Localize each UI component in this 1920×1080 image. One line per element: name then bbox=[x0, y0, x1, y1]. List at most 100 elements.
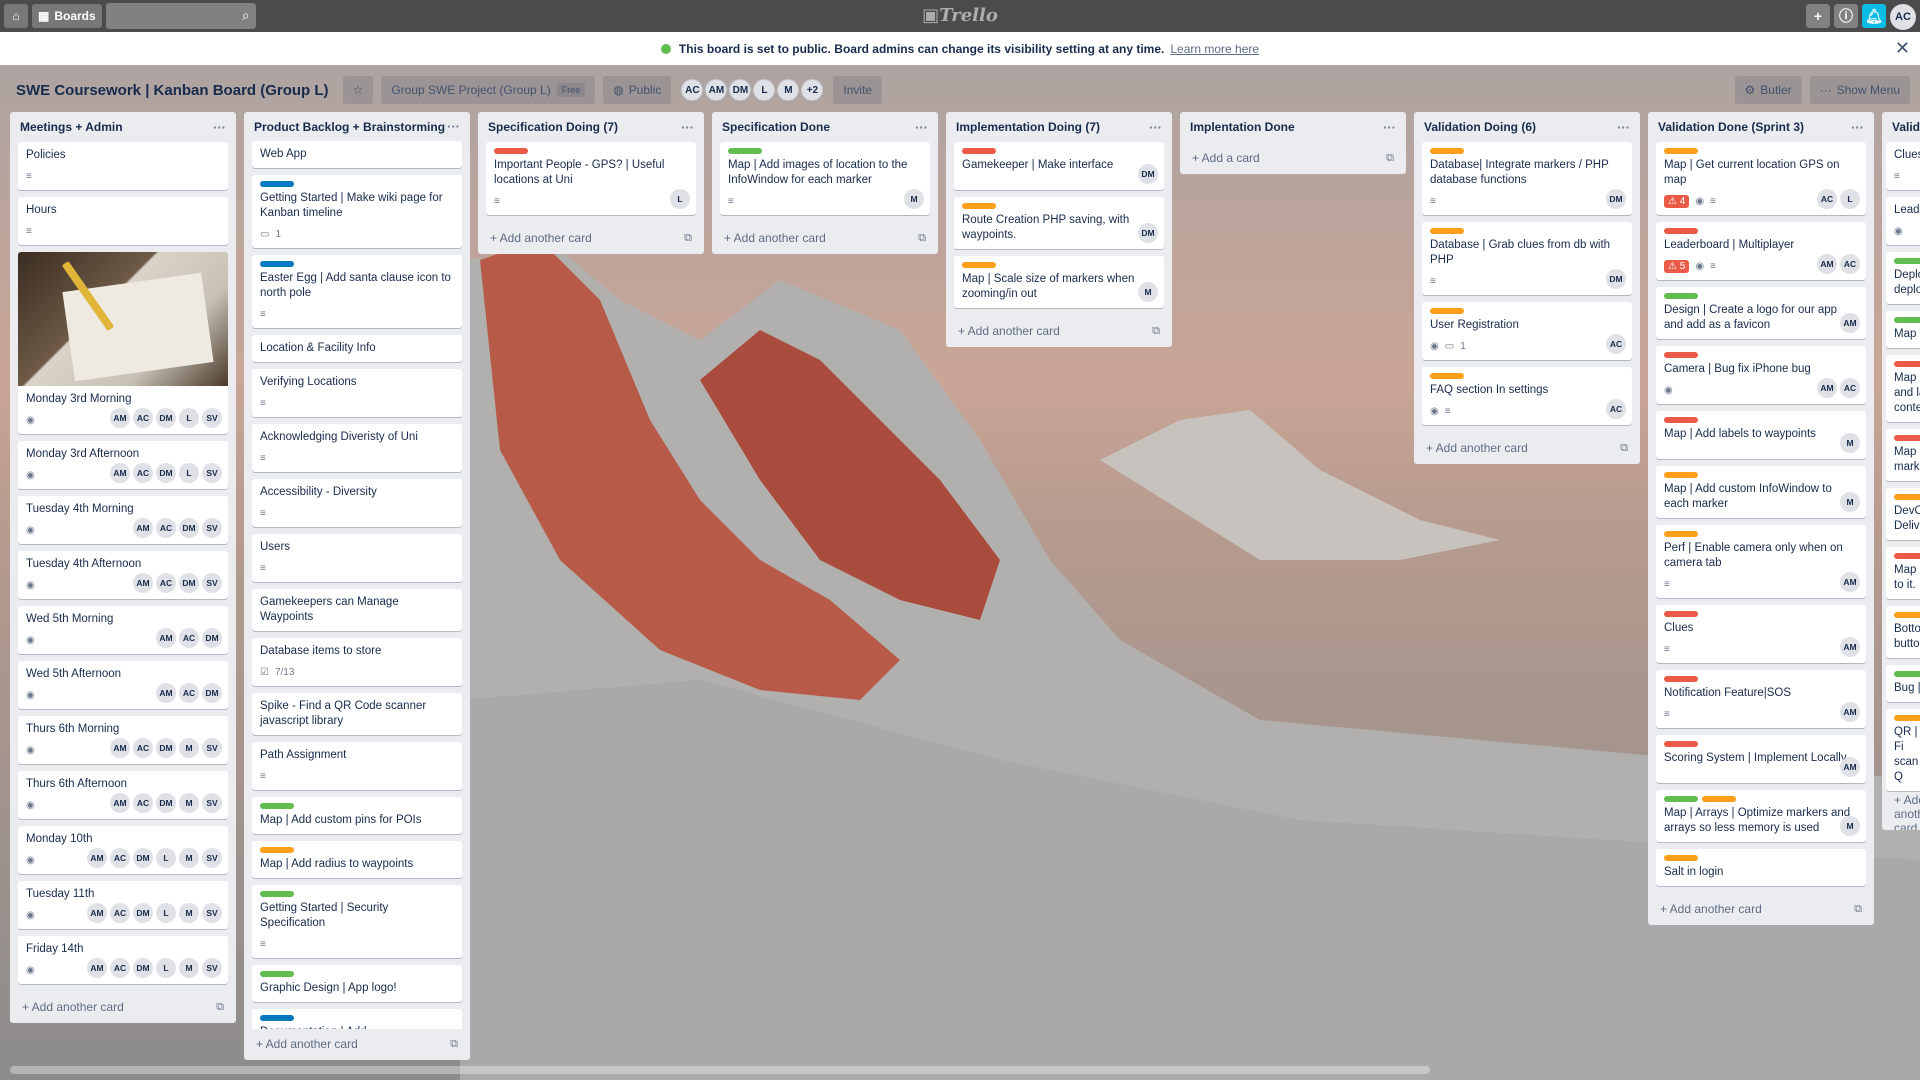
user-avatar[interactable]: AC bbox=[1890, 4, 1916, 30]
card-label[interactable] bbox=[1894, 553, 1920, 559]
create-plus-icon[interactable]: + bbox=[1806, 4, 1830, 28]
card-label[interactable] bbox=[1664, 741, 1698, 747]
card-label[interactable] bbox=[1894, 317, 1920, 323]
card-label[interactable] bbox=[728, 148, 762, 154]
member-avatar[interactable]: DM bbox=[1138, 164, 1158, 184]
card[interactable]: Map | Arrays | Optimize markers and arra… bbox=[1656, 790, 1866, 842]
info-icon[interactable]: ⓘ bbox=[1834, 4, 1858, 28]
card-label[interactable] bbox=[1702, 796, 1736, 802]
member-avatar[interactable]: AC bbox=[133, 738, 153, 758]
list-title[interactable]: Validation Done (Sprint 3) bbox=[1658, 120, 1804, 134]
member-avatar[interactable]: M bbox=[179, 903, 199, 923]
member-avatar[interactable]: AC bbox=[110, 903, 130, 923]
card[interactable]: Database items to store ☑ 7/13 bbox=[252, 638, 462, 687]
card[interactable]: Verifying Locations ≡ bbox=[252, 369, 462, 418]
member-avatar[interactable]: DM bbox=[133, 848, 153, 868]
board-title[interactable]: SWE Coursework | Kanban Board (Group L) bbox=[10, 82, 335, 99]
card[interactable]: Web App bbox=[252, 141, 462, 169]
member-avatar[interactable]: SV bbox=[202, 903, 222, 923]
member-avatar[interactable]: AM bbox=[156, 628, 176, 648]
list-menu-icon[interactable]: ··· bbox=[1383, 120, 1396, 135]
card-label[interactable] bbox=[1664, 148, 1698, 154]
star-board-button[interactable]: ☆ bbox=[342, 76, 374, 104]
list-header[interactable]: Product Backlog + Brainstorming ··· bbox=[244, 112, 470, 141]
member-avatar[interactable]: DM bbox=[156, 408, 176, 428]
card-label[interactable] bbox=[962, 203, 996, 209]
member-avatar[interactable]: AM bbox=[1840, 757, 1860, 777]
notification-bell-icon[interactable]: 🔔︎ bbox=[1862, 4, 1886, 28]
member-avatar[interactable]: L bbox=[179, 463, 199, 483]
member-avatar[interactable]: AM bbox=[87, 903, 107, 923]
card-template-icon[interactable]: ⧉ bbox=[1152, 325, 1160, 338]
card-label[interactable] bbox=[1430, 308, 1464, 314]
add-card-button[interactable]: + Add another card ⧉ bbox=[946, 315, 1172, 347]
member-avatar[interactable]: L bbox=[156, 848, 176, 868]
list-header[interactable]: Specification Doing (7) ··· bbox=[478, 112, 704, 142]
card[interactable]: Documentation | Add bbox=[252, 1009, 462, 1029]
card[interactable]: Location & Facility Info bbox=[252, 335, 462, 363]
card[interactable]: Map | marke bbox=[1886, 429, 1920, 481]
card[interactable]: Design | Create a logo for our app and a… bbox=[1656, 287, 1866, 339]
member-avatar[interactable]: SV bbox=[202, 463, 222, 483]
card[interactable]: DevOp Delive bbox=[1886, 488, 1920, 540]
card[interactable]: Tuesday 4th Afternoon ◉ AM AC DM SV bbox=[18, 551, 228, 599]
card-label[interactable] bbox=[1664, 855, 1698, 861]
member-avatar[interactable]: DM bbox=[202, 683, 222, 703]
card-label[interactable] bbox=[1894, 494, 1920, 500]
member-avatar[interactable]: AM bbox=[156, 683, 176, 703]
card-label[interactable] bbox=[1430, 148, 1464, 154]
list-menu-icon[interactable]: ··· bbox=[1149, 120, 1162, 135]
member-avatar[interactable]: M bbox=[904, 189, 924, 209]
member-avatar[interactable]: AC bbox=[1606, 334, 1626, 354]
card-label[interactable] bbox=[1664, 531, 1698, 537]
card[interactable]: Clues ≡ AM bbox=[1656, 605, 1866, 663]
member-avatar[interactable]: AC bbox=[1606, 399, 1626, 419]
card[interactable]: Perf | Enable camera only when on camera… bbox=[1656, 525, 1866, 598]
member-avatar[interactable]: L bbox=[670, 189, 690, 209]
member-avatar[interactable]: DM bbox=[1606, 269, 1626, 289]
member-avatar[interactable]: AM bbox=[133, 573, 153, 593]
card[interactable]: Notification Feature|SOS ≡ AM bbox=[1656, 670, 1866, 728]
card[interactable]: Map | bbox=[1886, 311, 1920, 348]
member-avatar[interactable]: AC bbox=[179, 683, 199, 703]
card-label[interactable] bbox=[1664, 611, 1698, 617]
member-avatar[interactable]: AC bbox=[1840, 378, 1860, 398]
member-avatar[interactable]: AM bbox=[87, 848, 107, 868]
list-header[interactable]: Valida bbox=[1882, 112, 1920, 142]
card[interactable]: Deploy deploy bbox=[1886, 252, 1920, 304]
card[interactable]: Monday 3rd Morning ◉ AM AC DM L SV bbox=[18, 252, 228, 434]
card-label[interactable] bbox=[260, 1015, 294, 1022]
card[interactable]: Gamekeepers can Manage Waypoints bbox=[252, 589, 462, 632]
invite-button[interactable]: Invite bbox=[833, 76, 883, 104]
card[interactable]: Salt in login bbox=[1656, 849, 1866, 886]
card[interactable]: Graphic Design | App logo! bbox=[252, 965, 462, 1003]
add-card-button[interactable]: + Add a card ⧉ bbox=[1180, 142, 1406, 174]
member-avatar[interactable]: M bbox=[179, 848, 199, 868]
member-avatar[interactable]: SV bbox=[202, 958, 222, 978]
member-avatar[interactable]: AM bbox=[133, 518, 153, 538]
card-template-icon[interactable]: ⧉ bbox=[918, 232, 926, 245]
card-label[interactable] bbox=[1664, 293, 1698, 299]
member-avatar[interactable]: DM bbox=[1606, 189, 1626, 209]
add-card-button[interactable]: + Add another card ⧉ bbox=[1648, 893, 1874, 925]
list-title[interactable]: Valida bbox=[1892, 120, 1920, 134]
card[interactable]: Clues ≡ bbox=[1886, 142, 1920, 190]
card[interactable]: Leaderboard | Multiplayer ⚠ 5 ◉ ≡ AM AC bbox=[1656, 222, 1866, 280]
card[interactable]: Database | Grab clues from db with PHP ≡ D… bbox=[1422, 222, 1632, 295]
card-template-icon[interactable]: ⧉ bbox=[1620, 442, 1628, 455]
card-label[interactable] bbox=[260, 261, 294, 268]
member-avatar[interactable]: DM bbox=[133, 903, 153, 923]
member-avatar[interactable]: AC bbox=[133, 408, 153, 428]
card[interactable]: Tuesday 4th Morning ◉ AM AC DM SV bbox=[18, 496, 228, 544]
learn-more-link[interactable]: Learn more here bbox=[1170, 42, 1259, 56]
card-label[interactable] bbox=[260, 891, 294, 898]
card-template-icon[interactable]: ⧉ bbox=[450, 1038, 458, 1051]
card[interactable]: Map | and lal conter bbox=[1886, 355, 1920, 422]
list-title[interactable]: Specification Done bbox=[722, 120, 830, 134]
list-header[interactable]: Implentation Done ··· bbox=[1180, 112, 1406, 142]
boards-button[interactable]: ▦ Boards bbox=[32, 4, 102, 28]
card[interactable]: Monday 3rd Afternoon ◉ AM AC DM L SV bbox=[18, 441, 228, 489]
home-button[interactable]: ⌂ bbox=[4, 4, 28, 28]
card[interactable]: Getting Started | Security Specification… bbox=[252, 885, 462, 959]
card[interactable]: Map | Add labels to waypoints M bbox=[1656, 411, 1866, 459]
